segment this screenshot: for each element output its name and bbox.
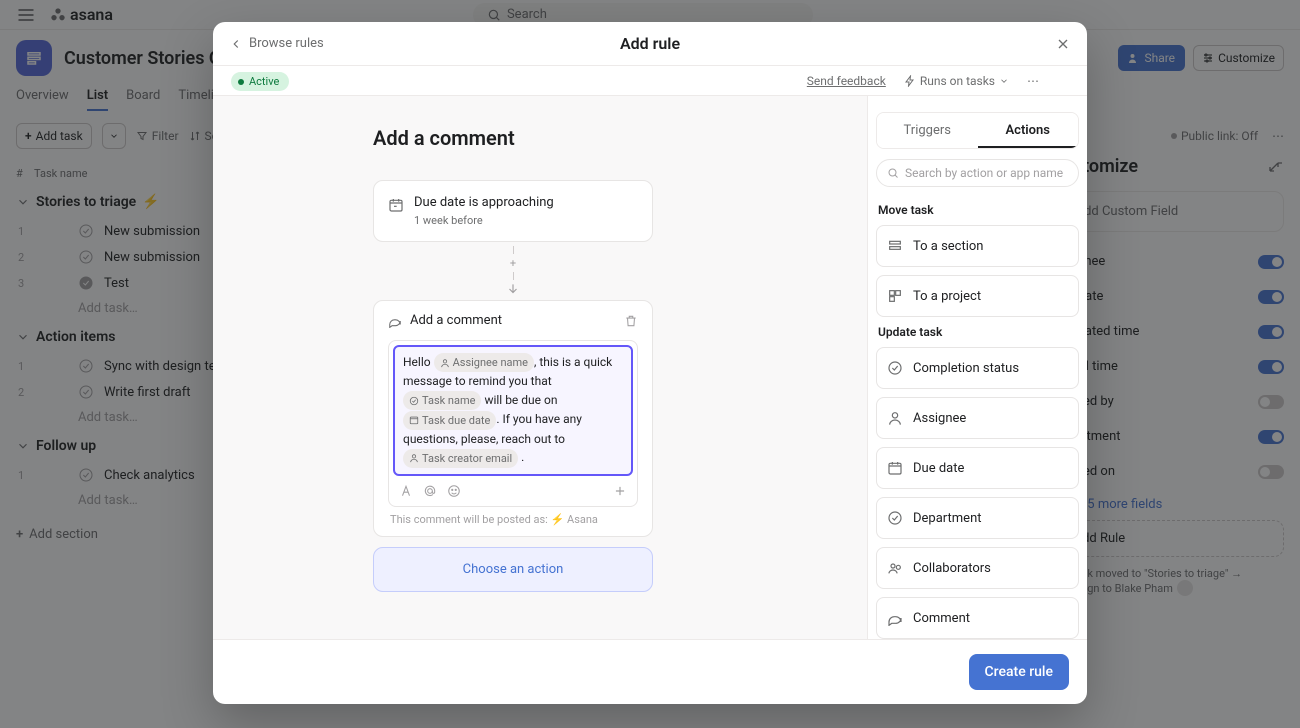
check-icon xyxy=(887,360,903,376)
person-icon xyxy=(409,453,419,463)
bolt-icon xyxy=(904,75,916,87)
add-step-button[interactable]: + xyxy=(506,256,520,270)
action-option[interactable]: Completion status xyxy=(876,347,1079,389)
action-option-label: Comment xyxy=(913,611,970,626)
people-icon xyxy=(887,560,903,576)
action-group-title: Update task xyxy=(878,325,1077,339)
action-option[interactable]: Collaborators xyxy=(876,547,1079,589)
section-icon xyxy=(887,238,903,254)
action-option-label: Due date xyxy=(913,461,964,476)
trigger-card[interactable]: Due date is approaching 1 week before xyxy=(373,180,653,242)
add-rule-modal: Browse rules Add rule Active Send feedba… xyxy=(213,22,1087,704)
close-modal-button[interactable] xyxy=(1055,36,1071,52)
comment-icon xyxy=(887,610,903,626)
comment-input[interactable]: Hello Assignee name, this is a quick mes… xyxy=(393,345,633,476)
action-group-title: Move task xyxy=(878,203,1077,217)
action-option-label: Department xyxy=(913,511,982,526)
runs-on-dropdown[interactable]: Runs on tasks xyxy=(904,74,1009,88)
action-option-label: Assignee xyxy=(913,411,966,426)
action-card: Add a comment Hello Assignee name, this … xyxy=(373,300,653,537)
insert-variable-button[interactable] xyxy=(613,484,627,498)
token-task-creator-email[interactable]: Task creator email xyxy=(403,449,518,468)
trigger-title: Due date is approaching xyxy=(414,195,554,210)
modal-title: Add rule xyxy=(620,34,680,53)
action-option[interactable]: Due date xyxy=(876,447,1079,489)
text-format-icon xyxy=(399,484,413,498)
format-bold-button[interactable] xyxy=(399,484,413,498)
create-rule-button[interactable]: Create rule xyxy=(969,654,1069,690)
calendar-icon xyxy=(409,415,419,425)
action-option-label: To a section xyxy=(913,239,983,254)
check-circle-icon xyxy=(409,396,419,406)
action-header-label: Add a comment xyxy=(410,313,502,328)
delete-action-button[interactable] xyxy=(624,314,638,328)
sidebar-tab-actions[interactable]: Actions xyxy=(978,113,1079,148)
calendar-clock-icon xyxy=(388,197,404,213)
check-icon xyxy=(887,510,903,526)
modal-overlay: Browse rules Add rule Active Send feedba… xyxy=(0,0,1300,728)
action-option-label: Completion status xyxy=(913,361,1019,376)
action-option[interactable]: Comment xyxy=(876,597,1079,639)
action-option-label: Collaborators xyxy=(913,561,991,576)
plus-icon xyxy=(613,484,627,498)
person-icon xyxy=(440,358,450,368)
rule-status-pill[interactable]: Active xyxy=(231,72,289,91)
token-task-name[interactable]: Task name xyxy=(403,391,481,410)
arrow-left-icon xyxy=(229,37,243,51)
close-icon xyxy=(1055,36,1071,52)
trash-icon xyxy=(624,314,638,328)
sidebar-tab-triggers[interactable]: Triggers xyxy=(877,113,978,148)
comment-icon xyxy=(388,314,402,328)
project-icon xyxy=(887,288,903,304)
at-icon xyxy=(423,484,437,498)
token-task-due-date[interactable]: Task due date xyxy=(403,411,496,430)
send-feedback-link[interactable]: Send feedback xyxy=(807,74,886,88)
rule-connector: + xyxy=(373,242,653,300)
person-icon xyxy=(887,410,903,426)
mention-button[interactable] xyxy=(423,484,437,498)
action-option[interactable]: To a section xyxy=(876,225,1079,267)
posted-as-label: This comment will be posted as: ⚡ Asana xyxy=(388,507,638,526)
emoji-button[interactable] xyxy=(447,484,461,498)
browse-rules-back[interactable]: Browse rules xyxy=(229,36,324,51)
emoji-icon xyxy=(447,484,461,498)
search-icon xyxy=(887,167,899,179)
token-assignee-name[interactable]: Assignee name xyxy=(434,353,534,372)
action-search-input[interactable]: Search by action or app name xyxy=(876,159,1079,187)
chevron-down-icon xyxy=(999,76,1009,86)
action-option[interactable]: Department xyxy=(876,497,1079,539)
calendar-icon xyxy=(887,460,903,476)
choose-action-button[interactable]: Choose an action xyxy=(373,547,653,592)
action-option[interactable]: Assignee xyxy=(876,397,1079,439)
trigger-subtitle: 1 week before xyxy=(414,214,554,227)
arrow-down-icon xyxy=(506,282,520,296)
rule-more-menu[interactable]: ⋯ xyxy=(1027,74,1039,88)
action-option-label: To a project xyxy=(913,289,981,304)
action-option[interactable]: To a project xyxy=(876,275,1079,317)
canvas-title: Add a comment xyxy=(373,126,717,150)
